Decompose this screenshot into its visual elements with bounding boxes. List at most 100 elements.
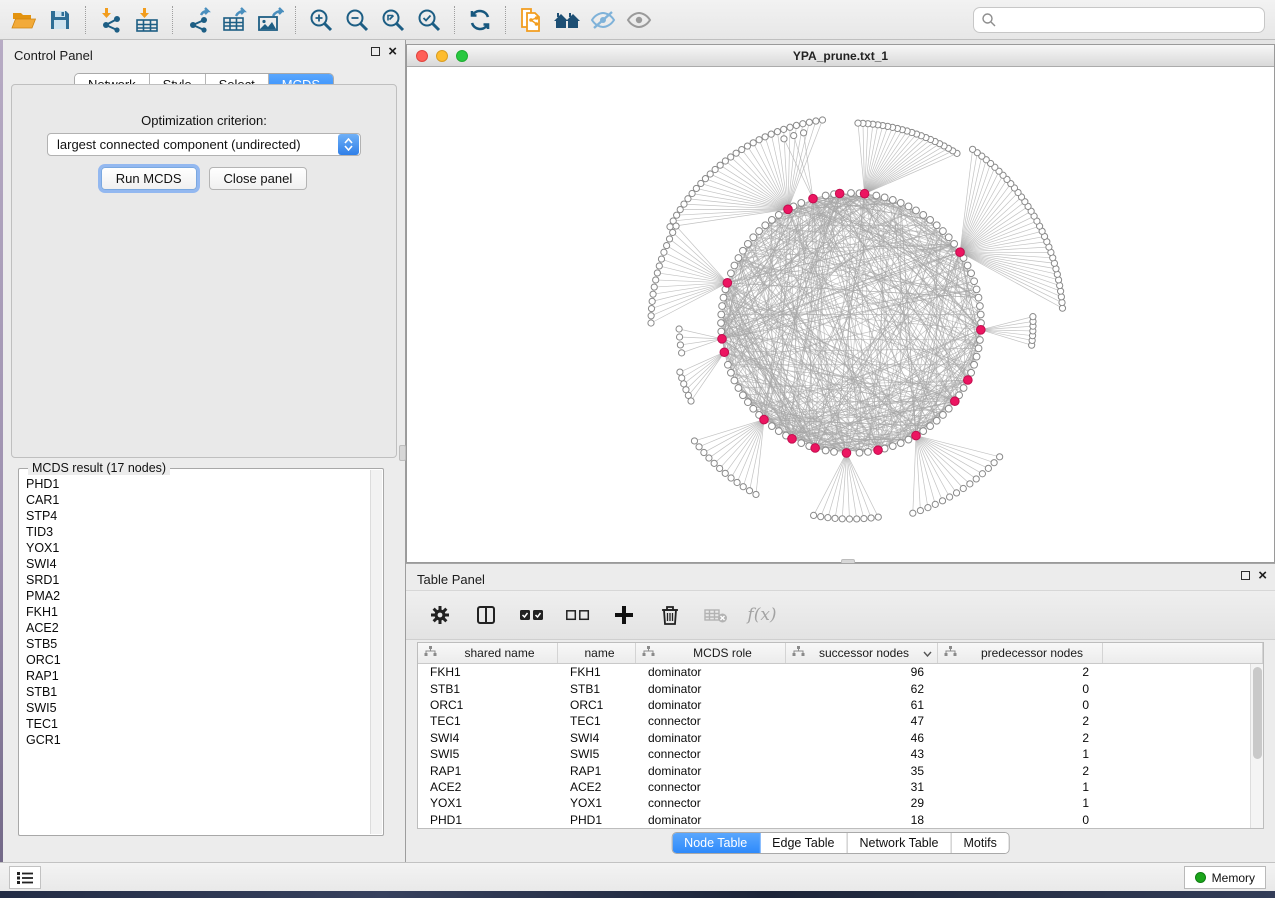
cell-successor_nodes[interactable]: 43 — [786, 747, 938, 761]
leaf-node[interactable] — [693, 185, 699, 191]
leaf-node[interactable] — [791, 132, 797, 138]
ring-node[interactable] — [735, 255, 742, 262]
leaf-node[interactable] — [674, 212, 680, 218]
cell-name[interactable]: FKH1 — [558, 665, 636, 679]
tab-motifs[interactable]: Motifs — [951, 833, 1008, 853]
leaf-node[interactable] — [855, 120, 861, 126]
mcds-hub-node[interactable] — [860, 189, 869, 198]
export-image-icon[interactable] — [252, 4, 288, 36]
import-network-icon[interactable] — [93, 4, 129, 36]
mcds-hub-node[interactable] — [809, 194, 818, 203]
cell-shared_name[interactable]: STB1 — [418, 682, 558, 696]
leaf-node[interactable] — [875, 514, 881, 520]
ring-node[interactable] — [848, 190, 855, 197]
import-table-icon[interactable] — [129, 4, 165, 36]
ring-node[interactable] — [945, 234, 952, 241]
column-header-predecessor-nodes[interactable]: predecessor nodes — [938, 643, 1103, 663]
ring-node[interactable] — [768, 216, 775, 223]
float-table-panel-icon[interactable] — [1241, 571, 1250, 580]
mcds-hub-node[interactable] — [811, 444, 820, 453]
vertical-splitter-grip[interactable] — [399, 445, 406, 461]
leaf-node[interactable] — [839, 516, 845, 522]
cell-mcds_role[interactable]: dominator — [636, 813, 786, 827]
leaf-node[interactable] — [676, 326, 682, 332]
leaf-node[interactable] — [677, 369, 683, 375]
cell-predecessor_nodes[interactable]: 2 — [938, 665, 1103, 679]
leaf-node[interactable] — [756, 137, 762, 143]
leaf-node[interactable] — [689, 190, 695, 196]
cell-shared_name[interactable]: ACE2 — [418, 780, 558, 794]
mcds-result-scrollbar[interactable] — [370, 470, 382, 834]
leaf-node[interactable] — [846, 516, 852, 522]
leaf-node[interactable] — [1030, 314, 1036, 320]
ring-node[interactable] — [940, 228, 947, 235]
table-row[interactable]: YOX1YOX1connector291 — [418, 795, 1250, 811]
ring-node[interactable] — [727, 369, 734, 376]
leaf-node[interactable] — [967, 481, 973, 487]
leaf-node[interactable] — [679, 375, 685, 381]
cell-name[interactable]: STB1 — [558, 682, 636, 696]
mcds-hub-node[interactable] — [760, 415, 769, 424]
ring-node[interactable] — [718, 328, 725, 335]
ring-node[interactable] — [831, 448, 838, 455]
ring-node[interactable] — [740, 392, 747, 399]
leaf-node[interactable] — [677, 206, 683, 212]
mcds-result-item[interactable]: SWI5 — [26, 700, 370, 716]
cell-name[interactable]: SWI5 — [558, 747, 636, 761]
leaf-node[interactable] — [661, 249, 667, 255]
table-scrollbar-thumb[interactable] — [1253, 667, 1262, 759]
cell-predecessor_nodes[interactable]: 2 — [938, 731, 1103, 745]
cell-shared_name[interactable]: SWI4 — [418, 731, 558, 745]
mcds-result-item[interactable]: PHD1 — [26, 476, 370, 492]
ring-node[interactable] — [750, 405, 757, 412]
leaf-node[interactable] — [939, 498, 945, 504]
leaf-node[interactable] — [733, 150, 739, 156]
ring-node[interactable] — [913, 207, 920, 214]
cell-shared_name[interactable]: RAP1 — [418, 764, 558, 778]
leaf-node[interactable] — [681, 201, 687, 207]
show-all-icon[interactable] — [621, 4, 657, 36]
cell-name[interactable]: TEC1 — [558, 714, 636, 728]
leaf-node[interactable] — [781, 126, 787, 132]
leaf-node[interactable] — [806, 119, 812, 125]
ring-node[interactable] — [927, 216, 934, 223]
leaf-node[interactable] — [774, 129, 780, 135]
cell-successor_nodes[interactable]: 46 — [786, 731, 938, 745]
leaf-node[interactable] — [991, 460, 997, 466]
mcds-hub-node[interactable] — [723, 279, 732, 288]
mcds-hub-node[interactable] — [964, 376, 973, 385]
cell-successor_nodes[interactable]: 61 — [786, 698, 938, 712]
tab-edge-table[interactable]: Edge Table — [760, 833, 847, 853]
mcds-result-item[interactable]: YOX1 — [26, 540, 370, 556]
ring-node[interactable] — [768, 423, 775, 430]
ring-node[interactable] — [940, 412, 947, 419]
leaf-node[interactable] — [793, 122, 799, 128]
cell-predecessor_nodes[interactable]: 1 — [938, 780, 1103, 794]
table-row[interactable]: PHD1PHD1dominator180 — [418, 812, 1250, 828]
zoom-fit-icon[interactable] — [375, 4, 411, 36]
cell-successor_nodes[interactable]: 96 — [786, 665, 938, 679]
ring-node[interactable] — [976, 303, 983, 310]
leaf-node[interactable] — [818, 514, 824, 520]
mcds-result-item[interactable]: SRD1 — [26, 572, 370, 588]
leaf-node[interactable] — [728, 475, 734, 481]
leaf-node[interactable] — [717, 465, 723, 471]
ring-node[interactable] — [856, 449, 863, 456]
leaf-node[interactable] — [691, 438, 697, 444]
leaf-node[interactable] — [688, 398, 694, 404]
network-canvas[interactable] — [407, 67, 1274, 562]
leaf-node[interactable] — [800, 121, 806, 127]
mcds-result-item[interactable]: STB5 — [26, 636, 370, 652]
zoom-out-icon[interactable] — [339, 4, 375, 36]
leaf-node[interactable] — [762, 134, 768, 140]
leaf-node[interactable] — [910, 510, 916, 516]
mcds-result-item[interactable]: CAR1 — [26, 492, 370, 508]
ring-node[interactable] — [718, 311, 725, 318]
ring-node[interactable] — [873, 192, 880, 199]
leaf-node[interactable] — [648, 313, 654, 319]
leaf-node[interactable] — [861, 515, 867, 521]
leaf-node[interactable] — [787, 124, 793, 130]
leaf-node[interactable] — [696, 444, 702, 450]
ring-node[interactable] — [920, 428, 927, 435]
ring-node[interactable] — [897, 440, 904, 447]
